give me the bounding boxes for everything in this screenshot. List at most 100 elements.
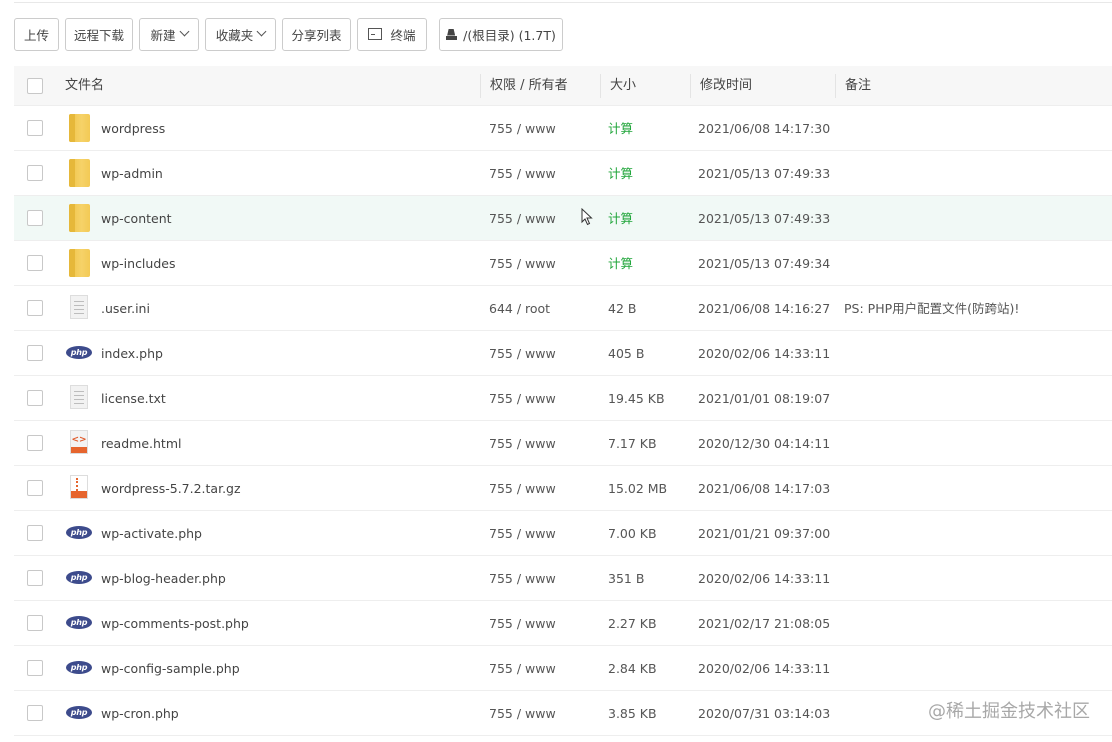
file-name[interactable]: wp-config-sample.php xyxy=(101,646,240,691)
share-list-button[interactable]: 分享列表 xyxy=(282,17,351,51)
disk-icon xyxy=(446,29,458,40)
file-name[interactable]: .user.ini xyxy=(101,286,150,331)
row-checkbox[interactable] xyxy=(27,345,43,361)
file-name[interactable]: license.txt xyxy=(101,376,166,421)
row-checkbox[interactable] xyxy=(27,660,43,676)
file-modified-time: 2021/05/13 07:49:34 xyxy=(698,256,831,271)
file-permission[interactable]: 755 / www xyxy=(489,106,556,151)
file-permission[interactable]: 755 / www xyxy=(489,646,556,691)
file-modified-time: 2020/02/06 14:33:11 xyxy=(698,661,831,676)
table-row[interactable]: php wp-config-sample.php 755 / www 2.84 KB 2… xyxy=(14,646,1112,691)
table-row[interactable]: php index.php 755 / www 405 B 2020/02/06 14:… xyxy=(14,331,1112,376)
file-permission[interactable]: 755 / www xyxy=(489,331,556,376)
file-name[interactable]: wordpress xyxy=(101,106,165,151)
php-file-icon[interactable]: php xyxy=(66,339,92,367)
file-note[interactable]: PS: PHP用户配置文件(防跨站)! xyxy=(844,286,1019,331)
file-size: 19.45 KB xyxy=(608,391,665,406)
remote-download-button[interactable]: 远程下载 xyxy=(65,17,133,51)
row-checkbox[interactable] xyxy=(27,570,43,586)
text-file-icon[interactable] xyxy=(66,294,90,322)
file-modified-time: 2021/02/17 21:08:05 xyxy=(698,616,831,631)
table-row[interactable]: wp-admin 755 / www 计算 2021/05/13 07:49:33 xyxy=(14,151,1112,196)
row-checkbox[interactable] xyxy=(27,525,43,541)
file-size: 3.85 KB xyxy=(608,706,657,721)
upload-button[interactable]: 上传 xyxy=(14,17,59,51)
column-header-modified[interactable]: 修改时间 xyxy=(700,66,752,106)
folder-icon[interactable] xyxy=(66,114,90,142)
file-permission[interactable]: 755 / www xyxy=(489,196,556,241)
file-name[interactable]: wp-activate.php xyxy=(101,511,202,556)
php-file-icon[interactable]: php xyxy=(66,654,92,682)
favorites-dropdown-button[interactable]: 收藏夹 xyxy=(205,17,276,51)
row-checkbox[interactable] xyxy=(27,480,43,496)
file-name[interactable]: readme.html xyxy=(101,421,181,466)
file-modified-time: 2021/01/01 08:19:07 xyxy=(698,391,831,406)
file-size[interactable]: 计算 xyxy=(608,106,633,151)
file-size[interactable]: 计算 xyxy=(608,241,633,286)
table-row[interactable]: <> readme.html 755 / www 7.17 KB 2020/12/30 … xyxy=(14,421,1112,466)
file-name[interactable]: wp-cron.php xyxy=(101,691,179,736)
table-row[interactable]: php wp-comments-post.php 755 / www 2.27 KB 2… xyxy=(14,601,1112,646)
file-modified-time: 2021/05/13 07:49:33 xyxy=(698,211,831,226)
php-file-icon[interactable]: php xyxy=(66,519,92,547)
file-permission[interactable]: 755 / www xyxy=(489,556,556,601)
php-file-icon[interactable]: php xyxy=(66,609,92,637)
file-name[interactable]: index.php xyxy=(101,331,163,376)
column-header-permission[interactable]: 权限 / 所有者 xyxy=(490,66,568,106)
file-permission[interactable]: 755 / www xyxy=(489,466,556,511)
table-row[interactable]: wordpress 755 / www 计算 2021/06/08 14:17:30 xyxy=(14,106,1112,151)
file-permission[interactable]: 755 / www xyxy=(489,421,556,466)
php-file-icon[interactable]: php xyxy=(66,564,92,592)
file-size: 2.27 KB xyxy=(608,616,657,631)
row-checkbox[interactable] xyxy=(27,165,43,181)
folder-icon[interactable] xyxy=(66,249,90,277)
folder-icon[interactable] xyxy=(66,159,90,187)
file-size[interactable]: 计算 xyxy=(608,151,633,196)
file-name[interactable]: wp-content xyxy=(101,196,172,241)
php-file-icon[interactable]: php xyxy=(66,699,92,727)
select-all-checkbox[interactable] xyxy=(27,78,43,94)
row-checkbox[interactable] xyxy=(27,210,43,226)
file-modified-time: 2021/06/08 14:17:03 xyxy=(698,481,831,496)
file-permission[interactable]: 755 / www xyxy=(489,601,556,646)
file-permission[interactable]: 755 / www xyxy=(489,241,556,286)
root-path-button[interactable]: /(根目录) (1.7T) xyxy=(439,17,563,51)
file-name[interactable]: wp-admin xyxy=(101,151,163,196)
file-name[interactable]: wp-comments-post.php xyxy=(101,601,249,646)
file-permission[interactable]: 755 / www xyxy=(489,151,556,196)
file-size[interactable]: 计算 xyxy=(608,196,633,241)
text-file-icon[interactable] xyxy=(66,384,90,412)
column-header-name[interactable]: 文件名 xyxy=(65,66,104,106)
table-row[interactable]: php wp-blog-header.php 755 / www 351 B 2020/… xyxy=(14,556,1112,601)
column-divider xyxy=(480,74,481,98)
file-permission[interactable]: 644 / root xyxy=(489,286,550,331)
terminal-button[interactable]: 终端 xyxy=(357,17,427,51)
table-row[interactable]: wp-content 755 / www 计算 2021/05/13 07:49:33 xyxy=(14,196,1112,241)
table-row[interactable]: license.txt 755 / www 19.45 KB 2021/01/01 0… xyxy=(14,376,1112,421)
column-header-note[interactable]: 备注 xyxy=(845,66,871,106)
table-row[interactable]: wp-includes 755 / www 计算 2021/05/13 07:49:3… xyxy=(14,241,1112,286)
row-checkbox[interactable] xyxy=(27,255,43,271)
row-checkbox[interactable] xyxy=(27,435,43,451)
table-row[interactable]: php wp-activate.php 755 / www 7.00 KB 2021/0… xyxy=(14,511,1112,556)
row-checkbox[interactable] xyxy=(27,705,43,721)
file-modified-time: 2020/12/30 04:14:11 xyxy=(698,436,831,451)
file-size: 405 B xyxy=(608,346,645,361)
file-permission[interactable]: 755 / www xyxy=(489,691,556,736)
file-name[interactable]: wordpress-5.7.2.tar.gz xyxy=(101,466,241,511)
file-permission[interactable]: 755 / www xyxy=(489,511,556,556)
file-name[interactable]: wp-includes xyxy=(101,241,175,286)
archive-file-icon[interactable] xyxy=(66,474,90,502)
row-checkbox[interactable] xyxy=(27,390,43,406)
row-checkbox[interactable] xyxy=(27,615,43,631)
new-dropdown-button[interactable]: 新建 xyxy=(139,17,199,51)
file-permission[interactable]: 755 / www xyxy=(489,376,556,421)
html-file-icon[interactable]: <> xyxy=(66,429,90,457)
table-row[interactable]: wordpress-5.7.2.tar.gz 755 / www 15.02 MB 2… xyxy=(14,466,1112,511)
row-checkbox[interactable] xyxy=(27,300,43,316)
folder-icon[interactable] xyxy=(66,204,90,232)
file-name[interactable]: wp-blog-header.php xyxy=(101,556,226,601)
column-header-size[interactable]: 大小 xyxy=(610,66,636,106)
row-checkbox[interactable] xyxy=(27,120,43,136)
table-row[interactable]: .user.ini 644 / root 42 B 2021/06/08 14:16:… xyxy=(14,286,1112,331)
